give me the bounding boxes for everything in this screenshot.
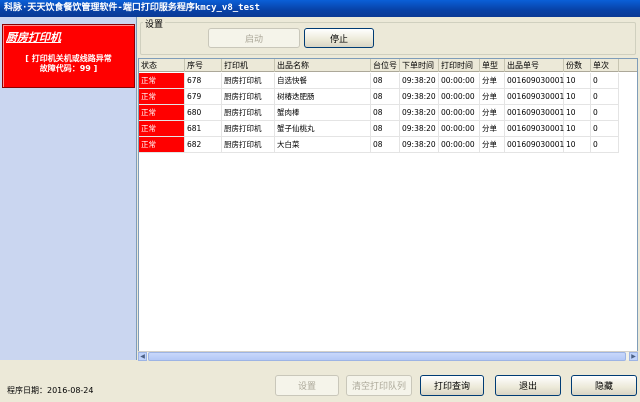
table-cell: 自选快餐 [275,73,371,89]
table-cell: 0 [591,73,619,89]
table-row[interactable]: 正常 678 厨房打印机 自选快餐 08 09:38:20 00:00:00 分单 001609… [139,73,637,89]
table-cell: 0 [591,89,619,105]
table-row[interactable]: 正常 680 厨房打印机 蟹肉棒 08 09:38:20 00:00:00 分单 0016090… [139,105,637,121]
scroll-right-icon[interactable]: ▶ [629,352,638,361]
table-cell: 0 [591,105,619,121]
table-cell: 分单 [480,73,505,89]
table-cell: 10 [564,137,591,153]
table-cell: 分单 [480,105,505,121]
table-cell: 厨房打印机 [222,89,275,105]
table-cell: 001609030001 [505,89,564,105]
table-row[interactable]: 正常 681 厨房打印机 蟹子仙桃丸 08 09:38:20 00:00:00 分单 00160… [139,121,637,137]
printer-alarm-box[interactable]: 厨房打印机 [ 打印机关机或线路异常 故障代码：99 ] [2,24,135,88]
alarm-message-line2: 故障代码：99 ] [39,64,98,73]
column-header[interactable]: 状态 [139,59,185,72]
scroll-left-icon[interactable]: ◀ [138,352,147,361]
table-cell: 679 [185,89,222,105]
column-header[interactable]: 单次 [591,59,619,72]
settings-group-label: 设置 [143,17,166,30]
table-cell: 厨房打印机 [222,105,275,121]
status-cell: 正常 [139,121,185,137]
column-header[interactable]: 单型 [480,59,505,72]
clear-queue-button[interactable]: 清空打印队列 [346,375,412,396]
table-cell: 10 [564,89,591,105]
table-cell: 分单 [480,137,505,153]
column-header[interactable]: 打印机 [222,59,275,72]
table-header: 状态 序号 打印机 出品名称 台位号 下单时间 打印时间 单型 出品单号 份数 单次 [139,59,637,72]
horizontal-scrollbar[interactable]: ◀ ▶ [138,351,638,361]
column-header[interactable]: 序号 [185,59,222,72]
table-cell: 001609030001 [505,121,564,137]
column-header[interactable]: 份数 [564,59,591,72]
table-cell: 厨房打印机 [222,121,275,137]
alarm-message-line1: [ 打印机关机或线路异常 [25,54,112,63]
table-cell: 0 [591,137,619,153]
table-cell: 08 [371,105,400,121]
table-cell: 大白菜 [275,137,371,153]
table-row[interactable]: 正常 682 厨房打印机 大白菜 08 09:38:20 00:00:00 分单 0016090… [139,137,637,153]
table-cell: 分单 [480,121,505,137]
table-cell: 蟹肉棒 [275,105,371,121]
window-title: 科脉·天天饮食餐饮管理软件-端口打印服务程序kmcy_v8_test [0,0,640,17]
table-cell: 00:00:00 [439,137,480,153]
column-header[interactable]: 出品单号 [505,59,564,72]
table-cell: 682 [185,137,222,153]
print-queue-table[interactable]: 状态 序号 打印机 出品名称 台位号 下单时间 打印时间 单型 出品单号 份数 单次 正常 678 厨房… [138,58,638,360]
table-cell: 001609030001 [505,73,564,89]
status-cell: 正常 [139,73,185,89]
table-cell: 蟹子仙桃丸 [275,121,371,137]
table-cell: 09:38:20 [400,121,439,137]
table-cell: 681 [185,121,222,137]
print-query-button[interactable]: 打印查询 [420,375,484,396]
table-cell: 001609030001 [505,105,564,121]
printer-status-panel: 厨房打印机 [ 打印机关机或线路异常 故障代码：99 ] [0,17,137,360]
hide-button[interactable]: 隐藏 [571,375,637,396]
footer-settings-button[interactable]: 设置 [275,375,339,396]
table-cell: 09:38:20 [400,89,439,105]
alarm-title: 厨房打印机 [6,31,61,44]
table-row[interactable]: 正常 679 厨房打印机 树椿迭肥肠 08 09:38:20 00:00:00 分单 00160… [139,89,637,105]
table-cell: 树椿迭肥肠 [275,89,371,105]
column-header[interactable]: 出品名称 [275,59,371,72]
table-cell: 10 [564,121,591,137]
stop-button[interactable]: 停止 [304,28,374,48]
table-cell: 00:00:00 [439,73,480,89]
alarm-message: [ 打印机关机或线路异常 故障代码：99 ] [3,54,134,74]
table-cell: 10 [564,73,591,89]
table-cell: 08 [371,121,400,137]
column-header[interactable]: 下单时间 [400,59,439,72]
column-header[interactable]: 台位号 [371,59,400,72]
table-cell: 10 [564,105,591,121]
start-button[interactable]: 启动 [208,28,300,48]
table-cell: 00:00:00 [439,105,480,121]
program-date: 程序日期：2016-08-24 [7,386,94,395]
status-cell: 正常 [139,137,185,153]
table-cell: 厨房打印机 [222,73,275,89]
table-cell: 00:00:00 [439,89,480,105]
table-cell: 厨房打印机 [222,137,275,153]
table-cell: 680 [185,105,222,121]
table-cell: 678 [185,73,222,89]
scroll-thumb[interactable] [148,352,626,361]
column-header[interactable]: 打印时间 [439,59,480,72]
table-cell: 08 [371,137,400,153]
exit-button[interactable]: 退出 [495,375,561,396]
table-cell: 00:00:00 [439,121,480,137]
table-cell: 08 [371,89,400,105]
table-cell: 0 [591,121,619,137]
table-cell: 09:38:20 [400,73,439,89]
status-cell: 正常 [139,105,185,121]
table-cell: 09:38:20 [400,105,439,121]
table-cell: 001609030001 [505,137,564,153]
table-cell: 09:38:20 [400,137,439,153]
status-cell: 正常 [139,89,185,105]
table-cell: 分单 [480,89,505,105]
table-cell: 08 [371,73,400,89]
